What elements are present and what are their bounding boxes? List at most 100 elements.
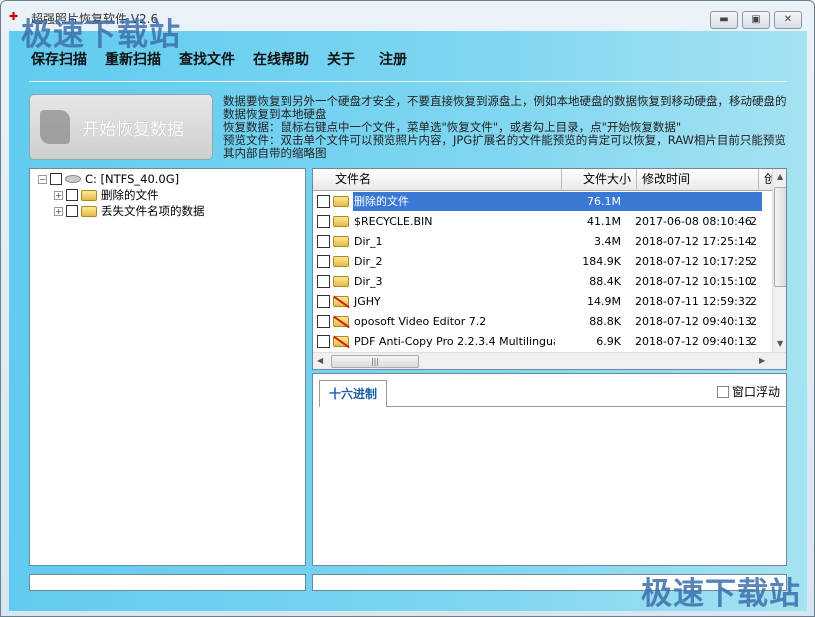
file-created: 2 — [750, 274, 757, 288]
file-created: 2 — [750, 254, 757, 268]
tree-item-lost[interactable]: + 丢失文件名项的数据 — [38, 203, 305, 219]
row-checkbox[interactable] — [317, 294, 330, 308]
deleted-folder-icon — [333, 335, 349, 347]
file-modified: 2018-07-11 12:59:32 — [635, 294, 752, 308]
file-created — [750, 191, 762, 211]
file-modified: 2018-07-12 10:15:10 — [635, 274, 752, 288]
menu-register[interactable]: 注册 — [379, 49, 407, 69]
file-modified: 2018-07-12 09:40:13 — [635, 314, 752, 328]
folder-icon — [333, 275, 349, 287]
minimize-icon: ▬ — [719, 14, 729, 25]
file-name: Dir_2 — [354, 254, 383, 268]
list-header: 文件名 文件大小 修改时间 创 — [313, 169, 772, 191]
file-created: 2 — [750, 214, 757, 228]
file-size: 184.9K — [582, 254, 621, 268]
tree-item-label: C: [NTFS_40.0G] — [85, 172, 180, 186]
tree-checkbox[interactable] — [66, 205, 78, 217]
tree-item-drive[interactable]: − C: [NTFS_40.0G] — [38, 171, 305, 187]
file-name: $RECYCLE.BIN — [354, 214, 433, 228]
file-modified: 2018-07-12 09:40:13 — [635, 334, 752, 348]
drive-icon — [65, 175, 81, 183]
vertical-scrollbar[interactable]: ▲ ▼ — [772, 169, 786, 352]
column-header-created[interactable]: 创 — [759, 169, 772, 191]
horizontal-scroll-thumb[interactable]: ||| — [331, 355, 419, 368]
row-checkbox[interactable] — [317, 314, 330, 328]
table-row[interactable]: Dir_1 3.4M 2018-07-12 17:25:14 2 — [313, 231, 772, 251]
tree-item-label: 丢失文件名项的数据 — [101, 204, 205, 218]
maximize-icon: ▣ — [751, 14, 761, 25]
info-line: 数据要恢复到另外一个硬盘才安全，不要直接恢复到源盘上，例如本地硬盘的数据恢复到移… — [223, 94, 787, 121]
table-row[interactable]: PDF Anti-Copy Pro 2.2.3.4 Multilingual P… — [313, 331, 772, 351]
deleted-folder-icon — [333, 315, 349, 327]
folder-icon — [333, 235, 349, 247]
column-header-name[interactable]: 文件名 — [313, 169, 562, 191]
table-row[interactable]: JGHY 14.9M 2018-07-11 12:59:32 2 — [313, 291, 772, 311]
scroll-up-icon[interactable]: ▲ — [777, 172, 783, 181]
row-checkbox[interactable] — [317, 194, 330, 208]
menu-online-help[interactable]: 在线帮助 — [253, 49, 309, 69]
tree-item-deleted[interactable]: + 删除的文件 — [38, 187, 305, 203]
recovery-icon — [40, 110, 70, 144]
file-size: 6.9K — [596, 334, 621, 348]
preview-panel: 十六进制 窗口浮动 — [312, 373, 787, 566]
file-list[interactable]: 文件名 文件大小 修改时间 创 删除的文件76.1M $RECYCLE.BIN 41… — [312, 168, 787, 370]
close-icon: ✕ — [783, 14, 793, 25]
tree-checkbox[interactable] — [66, 189, 78, 201]
tab-divider — [319, 406, 786, 407]
tree-checkbox[interactable] — [50, 173, 62, 185]
file-size: 14.9M — [587, 294, 621, 308]
expand-icon[interactable]: + — [54, 190, 63, 200]
float-window-checkbox[interactable] — [716, 385, 729, 398]
watermark: 极速下载站 — [21, 17, 181, 53]
table-row[interactable]: 删除的文件 76.1M — [313, 191, 772, 211]
row-checkbox[interactable] — [317, 274, 330, 288]
file-name: JGHY — [354, 294, 381, 308]
file-size: 76.1M — [555, 191, 625, 211]
column-header-size[interactable]: 文件大小 — [562, 169, 637, 191]
file-name: Dir_3 — [354, 274, 383, 288]
deleted-folder-icon — [333, 295, 349, 307]
collapse-icon[interactable]: − — [38, 174, 47, 184]
menu-about[interactable]: 关于 — [327, 49, 355, 69]
table-row[interactable]: $RECYCLE.BIN 41.1M 2017-06-08 08:10:46 2 — [313, 211, 772, 231]
row-checkbox[interactable] — [317, 334, 330, 348]
info-line: 预览文件：双击单个文件可以预览照片内容，JPG扩展名的文件能预览的肯定可以恢复，… — [223, 133, 786, 160]
file-size: 41.1M — [587, 214, 621, 228]
file-name: Dir_1 — [354, 234, 383, 248]
tab-hex[interactable]: 十六进制 — [319, 380, 387, 407]
file-created: 2 — [750, 314, 757, 328]
column-header-time[interactable]: 修改时间 — [637, 169, 759, 191]
menu-find-file[interactable]: 查找文件 — [179, 49, 235, 69]
folder-tree[interactable]: − C: [NTFS_40.0G] + 删除的文件 + 丢失文件名项的数据 — [29, 168, 306, 566]
table-row[interactable]: oposoft Video Editor 7.2 88.8K 2018-07-12 … — [313, 311, 772, 331]
expand-icon[interactable]: + — [54, 206, 63, 216]
watermark: 极速下载站 — [641, 576, 801, 612]
menu-divider — [29, 81, 787, 82]
table-row[interactable]: Dir_3 88.4K 2018-07-12 10:15:10 2 — [313, 271, 772, 291]
folder-icon — [333, 255, 349, 267]
vertical-scroll-thumb[interactable] — [774, 187, 786, 287]
close-button[interactable]: ✕ — [774, 11, 802, 29]
file-created: 2 — [750, 334, 757, 348]
file-modified: 2018-07-12 17:25:14 — [635, 234, 752, 248]
folder-icon — [81, 205, 97, 217]
file-size: 3.4M — [594, 234, 621, 248]
file-name: 删除的文件 — [353, 191, 555, 211]
horizontal-scrollbar[interactable]: ◀ ||| ▶ — [313, 352, 786, 369]
minimize-button[interactable]: ▬ — [710, 11, 738, 29]
file-size: 88.4K — [589, 274, 621, 288]
scroll-left-icon[interactable]: ◀ — [317, 356, 323, 365]
scroll-down-icon[interactable]: ▼ — [777, 339, 783, 348]
folder-icon — [333, 195, 349, 207]
row-checkbox[interactable] — [317, 254, 330, 268]
row-checkbox[interactable] — [317, 234, 330, 248]
table-row[interactable]: Dir_2 184.9K 2018-07-12 10:17:25 2 — [313, 251, 772, 271]
maximize-button[interactable]: ▣ — [742, 11, 770, 29]
row-checkbox[interactable] — [317, 214, 330, 228]
file-name: oposoft Video Editor 7.2 — [354, 314, 487, 328]
float-window-toggle[interactable]: 窗口浮动 — [716, 383, 780, 400]
start-recovery-button[interactable]: 开始恢复数据 — [29, 94, 213, 160]
app-window: ✚ 超强照片恢复软件 V2.6 ▬ ▣ ✕ 保存扫描 重新扫描 查找文件 在线帮… — [0, 0, 815, 617]
file-size: 88.8K — [589, 314, 621, 328]
scroll-right-icon[interactable]: ▶ — [759, 356, 765, 365]
